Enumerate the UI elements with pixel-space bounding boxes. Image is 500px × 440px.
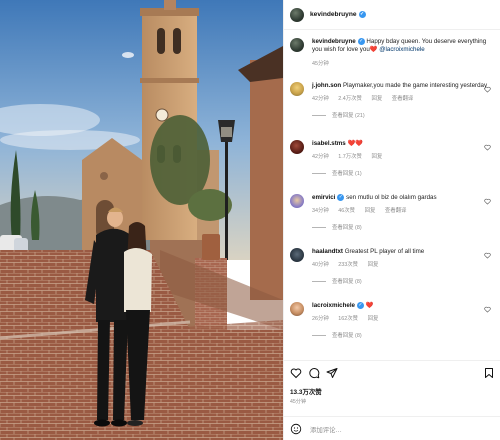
comment-time: 42分钟 <box>312 154 329 161</box>
like-count[interactable]: 13.3万次赞 <box>290 387 322 396</box>
view-replies-label[interactable]: 查看回复 (21) <box>332 111 365 119</box>
caption-heart: ❤️ <box>369 46 378 54</box>
post-side-panel: kevindebruyne ✓ kevindebruyne ✓ Happy bday… <box>283 0 500 440</box>
comment-likes[interactable]: 46次赞 <box>338 208 355 214</box>
comment-likes[interactable]: 2.4万次赞 <box>338 96 362 102</box>
comment-item: lacroixmichele ✓ ❤️ 26分钟 162次赞 回复 查看回复 (8… <box>290 302 495 339</box>
replies-divider <box>312 172 326 174</box>
comment-item: haalandtxt Greatest PL player of all tim… <box>290 248 495 285</box>
comment-text: sen mutlu ol biz de olalım gardas <box>346 194 437 201</box>
comment-time: 42分钟 <box>312 96 329 103</box>
comment-bubble-icon[interactable] <box>308 367 320 379</box>
comment-meta: 40分钟 233次赞 回复 <box>312 260 495 268</box>
comment-username[interactable]: isabel.stms <box>312 140 346 147</box>
verified-badge-icon: ✓ <box>357 38 365 45</box>
author-username-text[interactable]: kevindebruyne <box>310 11 357 18</box>
replies-divider <box>312 226 326 228</box>
view-replies-button[interactable]: 查看回复 (8) <box>312 331 495 339</box>
comment-item: emirvici ✓ sen mutlu ol biz de olalım gar… <box>290 194 495 231</box>
replies-divider <box>312 114 326 116</box>
commenter-avatar[interactable] <box>290 302 304 316</box>
comment-username[interactable]: lacroixmichele <box>312 302 355 309</box>
paper-plane-icon[interactable] <box>326 367 338 379</box>
view-replies-button[interactable]: 查看回复 (8) <box>312 277 495 285</box>
comment-likes[interactable]: 162次赞 <box>338 316 358 322</box>
caption: kevindebruyne ✓ Happy bday queen. You des… <box>290 38 495 67</box>
caption-username[interactable]: kevindebruyne <box>312 38 356 45</box>
reply-button[interactable]: 回复 <box>368 262 379 268</box>
comment-username[interactable]: emirvici <box>312 194 335 201</box>
caption-body: kevindebruyne ✓ Happy bday queen. You des… <box>312 38 495 55</box>
view-replies-button[interactable]: 查看回复 (21) <box>312 111 495 119</box>
view-replies-button[interactable]: 查看回复 (1) <box>312 169 495 177</box>
caption-time: 45分钟 <box>312 60 329 67</box>
view-replies-label[interactable]: 查看回复 (8) <box>332 331 362 339</box>
commenter-avatar[interactable] <box>290 140 304 154</box>
comment-body: isabel.stms ❤️❤️ <box>312 140 495 148</box>
post-actions: 13.3万次赞 45分钟 添加评论… <box>284 360 500 440</box>
comment-list[interactable]: kevindebruyne ✓ Happy bday queen. You des… <box>284 30 500 360</box>
comment-meta: 34分钟 46次赞 回复 查看翻译 <box>312 206 495 214</box>
comment-like-heart-icon[interactable] <box>484 86 491 93</box>
caption-avatar[interactable] <box>290 38 304 52</box>
view-replies-label[interactable]: 查看回复 (1) <box>332 169 362 177</box>
comment-username[interactable]: haalandtxt <box>312 248 343 255</box>
post-time: 45分钟 <box>290 399 307 405</box>
comment-meta: 42分钟 2.4万次赞 回复 查看翻译 <box>312 94 495 102</box>
comment-hearts: ❤️❤️ <box>347 140 363 147</box>
commenter-avatar[interactable] <box>290 194 304 208</box>
comment-meta: 26分钟 162次赞 回复 <box>312 314 495 322</box>
comment-like-heart-icon[interactable] <box>484 198 491 205</box>
caption-mention[interactable]: @lacroixmichele <box>379 46 424 53</box>
see-translation-button[interactable]: 查看翻译 <box>385 208 407 214</box>
photo-illustration <box>0 0 283 440</box>
reply-button[interactable]: 回复 <box>365 208 376 214</box>
comment-time: 40分钟 <box>312 262 329 269</box>
reply-button[interactable]: 回复 <box>371 96 382 102</box>
verified-badge-icon: ✓ <box>358 11 366 18</box>
add-comment-input[interactable]: 添加评论… <box>310 425 342 434</box>
comment-text: Playmaker,you made the game interesting … <box>342 82 488 89</box>
comment-likes[interactable]: 233次赞 <box>338 262 358 268</box>
reply-button[interactable]: 回复 <box>371 154 382 160</box>
comment-like-heart-icon[interactable] <box>484 144 491 151</box>
bookmark-icon[interactable] <box>483 367 495 379</box>
view-replies-button[interactable]: 查看回复 (8) <box>312 223 495 231</box>
comment-likes[interactable]: 1.7万次赞 <box>338 154 362 160</box>
add-comment-bar: 添加评论… <box>284 416 500 440</box>
author-avatar[interactable] <box>290 7 304 22</box>
comment-body: haalandtxt Greatest PL player of all tim… <box>312 248 495 256</box>
comment-body: lacroixmichele ✓ ❤️ <box>312 302 495 310</box>
view-replies-label[interactable]: 查看回复 (8) <box>332 277 362 285</box>
comment-time: 34分钟 <box>312 208 329 215</box>
comment-time: 26分钟 <box>312 316 329 323</box>
comment-text: Greatest PL player of all time <box>344 248 425 255</box>
comment-meta: 42分钟 1.7万次赞 回复 <box>312 152 495 160</box>
post-header: kevindebruyne ✓ <box>284 0 500 30</box>
comment-like-heart-icon[interactable] <box>484 252 491 259</box>
commenter-avatar[interactable] <box>290 248 304 262</box>
commenter-avatar[interactable] <box>290 82 304 96</box>
comment-username[interactable]: j.john.son <box>312 82 341 89</box>
reply-button[interactable]: 回复 <box>368 316 379 322</box>
verified-badge-icon: ✓ <box>337 194 345 201</box>
heart-icon[interactable] <box>290 367 302 379</box>
action-bar <box>290 367 495 381</box>
replies-divider <box>312 280 326 282</box>
comment-like-heart-icon[interactable] <box>484 306 491 313</box>
replies-divider <box>312 334 326 336</box>
caption-meta: 45分钟 <box>312 59 495 67</box>
post-photo[interactable] <box>0 0 283 440</box>
view-replies-label[interactable]: 查看回复 (8) <box>332 223 362 231</box>
comment-item: j.john.son Playmaker,you made the game i… <box>290 82 495 119</box>
see-translation-button[interactable]: 查看翻译 <box>392 96 414 102</box>
verified-badge-icon: ✓ <box>357 302 364 309</box>
comment-hearts: ❤️ <box>365 302 374 309</box>
comment-body: emirvici ✓ sen mutlu ol biz de olalım gar… <box>312 194 495 202</box>
author-username[interactable]: kevindebruyne ✓ <box>310 11 366 18</box>
smiley-icon[interactable] <box>290 423 302 435</box>
comment-body: j.john.son Playmaker,you made the game i… <box>312 82 495 90</box>
comment-item: isabel.stms ❤️❤️ 42分钟 1.7万次赞 回复 查看回复 (1) <box>290 140 495 177</box>
